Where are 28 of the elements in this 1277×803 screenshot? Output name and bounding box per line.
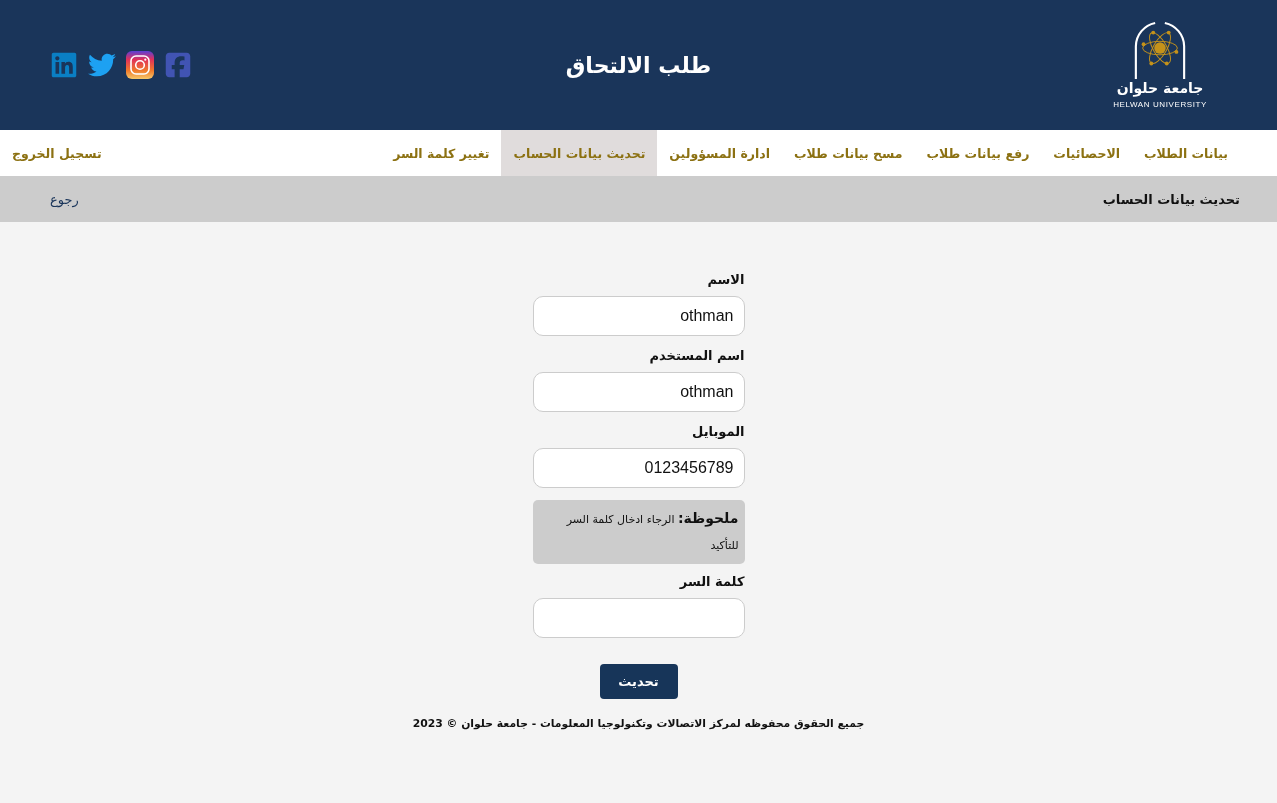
back-link[interactable]: رجوع xyxy=(50,191,79,207)
nav-tab[interactable]: تغيير كلمة السر xyxy=(381,130,502,176)
input-field[interactable]: 0123456789 xyxy=(532,448,745,488)
instagram-icon[interactable] xyxy=(126,51,154,79)
field-label: الاسم xyxy=(706,271,745,289)
section-title: تحديث بيانات الحساب xyxy=(1102,191,1240,207)
field-label: اسم المستخدم xyxy=(648,347,745,366)
copyright-text: جميع الحقوق محفوظه لمركز الاتصالات وتكنولوجيا المعلومات - جامعة حلوان © 2023 xyxy=(412,717,865,730)
nav-tab[interactable]: ادارة المسؤولين xyxy=(657,130,782,176)
nav-tab[interactable]: الاحصائيات xyxy=(1041,130,1132,176)
update-button[interactable]: تحديث xyxy=(599,664,678,699)
nav-tab[interactable]: بيانات الطلاب xyxy=(1132,130,1240,176)
note-text: ملحوظة: الرجاء ادخال كلمة السر للتأكيد xyxy=(532,500,745,564)
input-field[interactable]: othman xyxy=(532,296,745,336)
nav-tab[interactable]: رفع بيانات طلاب xyxy=(914,130,1042,176)
field-label: كلمة السر xyxy=(678,573,745,591)
facebook-icon[interactable] xyxy=(164,51,192,79)
input-field[interactable]: othman xyxy=(532,372,745,412)
logo-arabic-text: جامعة حلوان xyxy=(1116,79,1204,97)
twitter-icon[interactable] xyxy=(88,51,116,79)
linkedin-icon[interactable] xyxy=(50,51,78,79)
password-field[interactable] xyxy=(532,598,745,638)
logout-link[interactable]: تسجيل الخروج xyxy=(0,130,114,176)
field-label: الموبايل xyxy=(691,423,745,441)
nav-tab[interactable]: تحديث بيانات الحساب xyxy=(501,130,658,176)
logo-english-text: HELWAN UNIVERSITY xyxy=(1113,99,1207,110)
nav-tab[interactable]: مسح بيانات طلاب xyxy=(782,130,915,176)
page-title: طلب الالتحاق xyxy=(565,52,712,78)
